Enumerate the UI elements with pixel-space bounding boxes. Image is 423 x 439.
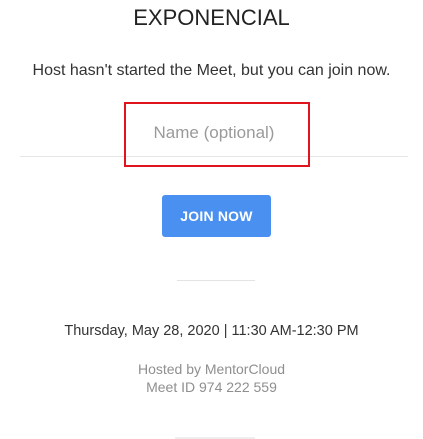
hosted-by: Hosted by MentorCloud bbox=[137, 361, 286, 377]
host-status-message: Host hasn't started the Meet, but you ca… bbox=[32, 62, 391, 79]
meeting-title: EXPONENCIAL bbox=[133, 5, 290, 30]
section-divider bbox=[177, 280, 255, 281]
name-input[interactable] bbox=[20, 109, 408, 157]
join-now-button[interactable]: JOIN NOW bbox=[162, 195, 271, 237]
meeting-time: Thursday, May 28, 2020 | 11:30 AM-12:30 … bbox=[64, 323, 359, 339]
meet-id: Meet ID 974 222 559 bbox=[146, 379, 277, 395]
